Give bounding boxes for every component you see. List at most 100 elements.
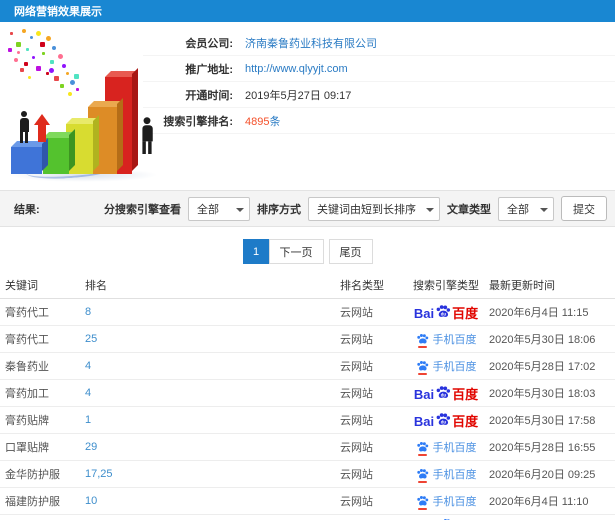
col-header-engine-type: 搜索引擎类型: [413, 279, 479, 292]
table-row: 秦鲁药业 4 云网站 Bai du 百度: [0, 353, 615, 380]
baidu-bai-text: Bai: [413, 306, 435, 321]
paw-underline: [417, 480, 427, 483]
baidu-paw-icon: [416, 333, 429, 348]
engine-cell: Bai du 百度: [403, 358, 489, 375]
baidu-mobile-logo: 手机百度: [416, 358, 477, 375]
rank-type-cell: 云网站: [340, 361, 373, 373]
paw-underline: [417, 372, 427, 375]
sort-label: 排序方式: [257, 203, 301, 216]
rank-link[interactable]: 25: [85, 333, 97, 345]
rank-count-suffix: 条: [269, 115, 281, 128]
table-row: 膏药贴牌 1 云网站 Bai du 百度 2020年5月30日 17:58: [0, 407, 615, 434]
baidu-paw-icon: du: [435, 412, 451, 428]
table-row: 金华防护服 17,25 云网站 Bai du 百度: [0, 461, 615, 488]
svg-text:du: du: [441, 312, 447, 317]
baidu-paw-icon: [416, 495, 429, 510]
mobile-baidu-text: 手机百度: [432, 496, 477, 508]
baidu-mobile-logo: 手机百度: [416, 331, 477, 348]
rank-link[interactable]: 17,25: [85, 468, 113, 480]
engine-cell: Bai du 百度: [403, 385, 489, 401]
table-row: 膏药代工 8 云网站 Bai du 百度 2020年6月4日 11:15: [0, 299, 615, 326]
table-row-partial: [0, 515, 615, 520]
article-type-select[interactable]: 全部: [498, 196, 554, 221]
info-section: 会员公司: 济南秦鲁药业科技有限公司 推广地址: http://www.qlyy…: [0, 22, 615, 188]
baidu-du-text: 百度: [452, 306, 479, 321]
paw-underline: [417, 345, 427, 348]
engine-cell: Bai du 百度: [403, 331, 489, 348]
keyword-cell: 秦鲁药业: [5, 361, 49, 373]
submit-button[interactable]: 提交: [561, 196, 607, 221]
last-page-button[interactable]: 尾页: [328, 239, 373, 264]
baidu-paw-icon: du: [435, 304, 451, 320]
keyword-cell: 口罩贴牌: [5, 442, 49, 454]
table-row: 膏药代工 25 云网站 Bai du 百度: [0, 326, 615, 353]
chevron-down-icon: [426, 207, 434, 212]
col-header-keyword: 关键词: [5, 279, 38, 292]
svg-text:du: du: [441, 420, 447, 425]
updated-cell: 2020年5月30日 18:06: [489, 334, 596, 346]
bar-blue: [11, 147, 42, 174]
updated-cell: 2020年5月30日 18:03: [489, 388, 596, 400]
baidu-bai-text: Bai: [413, 387, 435, 402]
chevron-down-icon: [540, 207, 548, 212]
promo-url-link[interactable]: http://www.qlyyjt.com: [245, 63, 348, 75]
info-row-company: 会员公司: 济南秦鲁药业科技有限公司: [143, 30, 615, 56]
svg-text:du: du: [441, 393, 447, 398]
rank-link[interactable]: 29: [85, 441, 97, 453]
filter-bar: 结果: 分搜索引擎查看 全部 排序方式 关键词由短到长排序 文章类型 全部 提交: [0, 190, 615, 227]
keyword-cell: 膏药加工: [5, 388, 49, 400]
updated-cell: 2020年5月30日 17:58: [489, 415, 596, 427]
engine-view-select[interactable]: 全部: [188, 196, 250, 221]
keyword-cell: 金华防护服: [5, 469, 60, 481]
engine-cell: Bai du 百度: [403, 304, 489, 320]
mobile-baidu-text: 手机百度: [432, 469, 477, 481]
company-link[interactable]: 济南秦鲁药业科技有限公司: [245, 35, 377, 51]
info-row-open-time: 开通时间: 2019年5月27日 09:17: [143, 82, 615, 108]
baidu-logo: Bai du 百度: [414, 385, 478, 401]
rank-type-cell: 云网站: [340, 442, 373, 454]
rank-type-cell: 云网站: [340, 388, 373, 400]
col-header-rank-type: 排名类型: [340, 279, 384, 292]
baidu-paw-icon: [416, 468, 429, 483]
rank-type-cell: 云网站: [340, 469, 373, 481]
table-row: 口罩贴牌 29 云网站 Bai du 百度: [0, 434, 615, 461]
baidu-paw-icon: [416, 441, 429, 456]
engine-cell: Bai du 百度: [403, 439, 489, 456]
engine-cell: Bai du 百度: [403, 466, 489, 483]
info-row-rank-count: 搜索引擎排名: 4895条: [143, 108, 615, 134]
article-type-label: 文章类型: [447, 203, 491, 216]
engine-cell: Bai du 百度: [403, 493, 489, 510]
result-label: 结果:: [14, 203, 40, 216]
sort-select[interactable]: 关键词由短到长排序: [308, 196, 440, 221]
updated-cell: 2020年6月4日 11:15: [489, 307, 589, 319]
keyword-rank-table: 关键词 排名 排名类型 搜索引擎类型 最新更新时间 膏药代工 8 云网站 Bai…: [0, 271, 615, 520]
updated-cell: 2020年5月28日 17:02: [489, 361, 596, 373]
chevron-down-icon: [236, 207, 244, 212]
rank-link[interactable]: 4: [85, 387, 91, 399]
keyword-cell: 福建防护服: [5, 496, 60, 508]
rank-type-cell: 云网站: [340, 334, 373, 346]
engine-cell: Bai du 百度: [403, 412, 489, 428]
bar-chart-illustration: [2, 26, 174, 184]
baidu-mobile-logo: 手机百度: [416, 493, 477, 510]
open-time-value: 2019年5月27日 09:17: [245, 89, 352, 102]
engine-view-label: 分搜索引擎查看: [104, 203, 181, 216]
rank-link[interactable]: 4: [85, 360, 91, 372]
baidu-mobile-logo: 手机百度: [416, 439, 477, 456]
rank-count-value: 4895: [245, 115, 270, 128]
rank-link[interactable]: 10: [85, 495, 97, 507]
page-button-current[interactable]: 1: [242, 239, 270, 264]
mobile-baidu-text: 手机百度: [432, 361, 477, 373]
table-header-row: 关键词 排名 排名类型 搜索引擎类型 最新更新时间: [0, 271, 615, 299]
updated-cell: 2020年6月20日 09:25: [489, 469, 596, 481]
col-header-rank: 排名: [85, 279, 107, 292]
businessman-right: [139, 117, 155, 154]
next-page-button[interactable]: 下一页: [268, 239, 324, 264]
updated-cell: 2020年5月28日 16:55: [489, 442, 596, 454]
baidu-du-text: 百度: [452, 414, 479, 429]
rank-link[interactable]: 8: [85, 306, 91, 318]
rank-link[interactable]: 1: [85, 414, 91, 426]
pagination: 1 下一页 尾页: [0, 239, 615, 264]
table-row: 福建防护服 10 云网站 Bai du 百度: [0, 488, 615, 515]
updated-cell: 2020年6月4日 11:10: [489, 496, 589, 508]
